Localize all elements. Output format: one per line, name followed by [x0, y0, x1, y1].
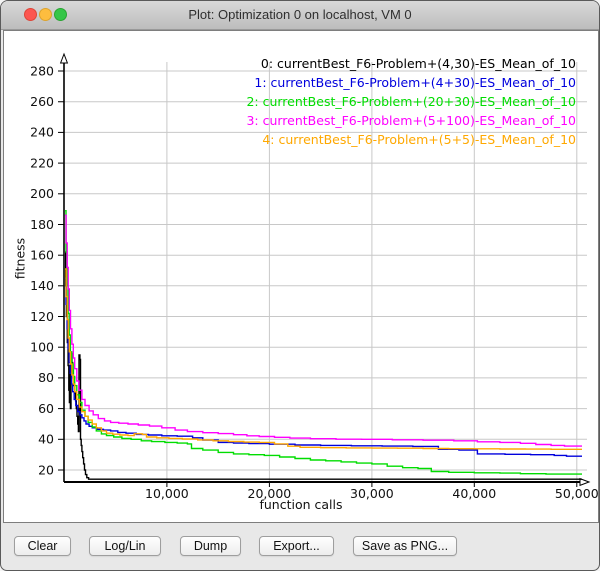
legend-item: 1: currentBest_F6-Problem+(4+30)-ES_Mean… [246, 73, 576, 92]
legend: 0: currentBest_F6-Problem+(4,30)-ES_Mean… [246, 54, 576, 149]
y-tick-label: 280 [30, 63, 54, 78]
y-tick-label: 260 [30, 94, 54, 109]
y-tick-label: 160 [30, 248, 54, 263]
clear-button[interactable]: Clear [14, 536, 71, 556]
title-bar[interactable]: Plot: Optimization 0 on localhost, VM 0 [1, 1, 599, 30]
y-axis-arrow-icon [61, 54, 68, 63]
y-tick-label: 60 [38, 401, 54, 416]
y-axis-label: fitness [13, 229, 28, 289]
window-title: Plot: Optimization 0 on localhost, VM 0 [1, 1, 599, 29]
y-tick-label: 180 [30, 217, 54, 232]
save-as-png-button[interactable]: Save as PNG... [353, 536, 457, 556]
y-tick-label: 240 [30, 125, 54, 140]
export-button[interactable]: Export... [259, 536, 334, 556]
legend-item: 0: currentBest_F6-Problem+(4,30)-ES_Mean… [246, 54, 576, 73]
y-tick-label: 20 [38, 462, 54, 477]
y-tick-label: 220 [30, 155, 54, 170]
x-axis-label: function calls [6, 497, 596, 512]
y-tick-label: 80 [38, 370, 54, 385]
legend-item: 2: currentBest_F6-Problem+(20+30)-ES_Mea… [246, 92, 576, 111]
y-tick-label: 140 [30, 278, 54, 293]
y-tick-label: 100 [30, 340, 54, 355]
plot-panel: 2040608010012014016018020022024026028010… [3, 30, 599, 523]
y-tick-label: 40 [38, 432, 54, 447]
y-tick-label: 120 [30, 309, 54, 324]
series-line-4 [65, 269, 587, 449]
legend-item: 4: currentBest_F6-Problem+(5+5)-ES_Mean_… [246, 130, 576, 149]
log-lin-button[interactable]: Log/Lin [89, 536, 161, 556]
series-line-1 [65, 278, 587, 456]
legend-item: 3: currentBest_F6-Problem+(5+100)-ES_Mea… [246, 111, 576, 130]
plot-window: Plot: Optimization 0 on localhost, VM 0 … [0, 0, 600, 571]
y-tick-label: 200 [30, 186, 54, 201]
dump-button[interactable]: Dump [180, 536, 241, 556]
series-line-3 [65, 215, 587, 446]
